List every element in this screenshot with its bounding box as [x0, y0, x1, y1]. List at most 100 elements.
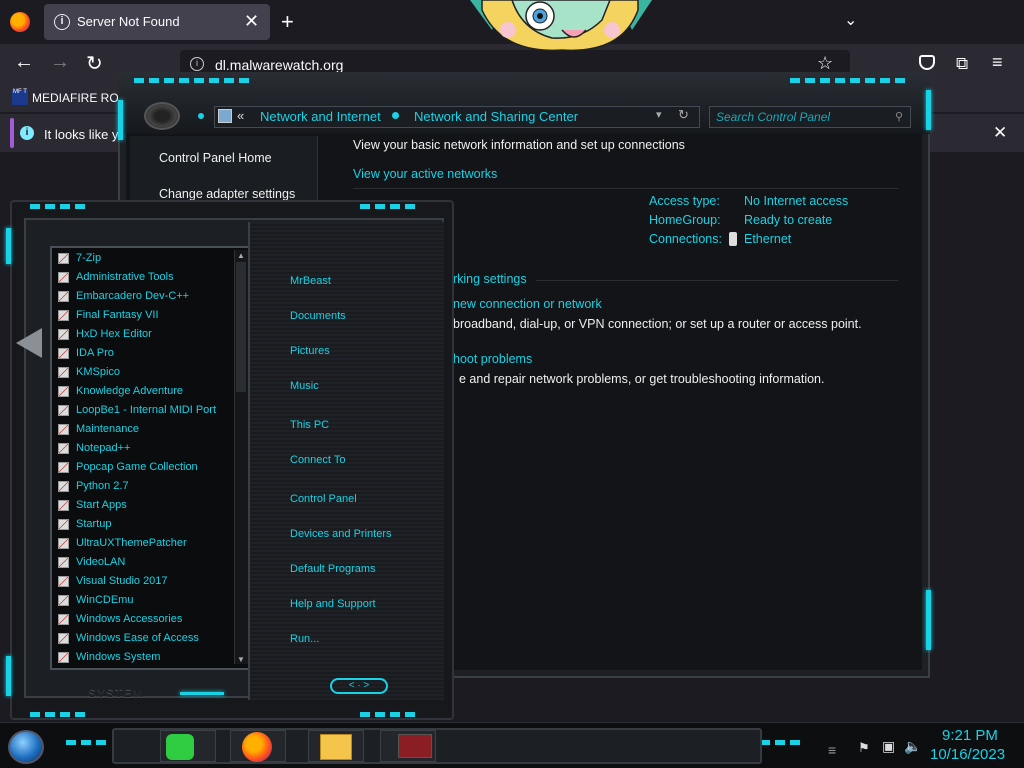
decor-bar	[180, 692, 224, 695]
hamburger-menu-icon[interactable]: ≡	[992, 52, 1003, 73]
connections-value[interactable]: Ethernet	[744, 232, 791, 246]
program-label: HxD Hex Editor	[76, 328, 152, 340]
place-item[interactable]: Devices and Printers	[290, 528, 392, 540]
start-menu-nav-button[interactable]: < · >	[330, 678, 388, 694]
site-info-icon[interactable]: i	[190, 57, 204, 71]
homegroup-value[interactable]: Ready to create	[744, 213, 832, 227]
close-icon[interactable]: ✕	[993, 123, 1007, 143]
program-item[interactable]: Windows System	[58, 648, 160, 666]
start-button[interactable]	[8, 730, 44, 764]
program-label: Windows Ease of Access	[76, 632, 199, 644]
info-icon: i	[20, 126, 34, 140]
reload-button[interactable]: ↻	[86, 51, 103, 76]
clock-time[interactable]: 9:21 PM	[942, 727, 998, 744]
program-item[interactable]: Start Apps	[58, 496, 127, 514]
program-folder-icon	[58, 252, 69, 264]
network-icon[interactable]: ▣	[882, 738, 895, 755]
program-item[interactable]: Embarcadero Dev-C++	[58, 287, 189, 305]
program-item[interactable]: LoopBe1 - Internal MIDI Port	[58, 401, 216, 419]
program-item[interactable]: Startup	[58, 515, 111, 533]
link-troubleshoot[interactable]: hoot problems	[453, 352, 532, 366]
place-item[interactable]: Run...	[290, 633, 319, 645]
program-item[interactable]: Notepad++	[58, 439, 130, 457]
program-item[interactable]: Visual Studio 2017	[58, 572, 168, 590]
tab-title[interactable]: Server Not Found	[77, 14, 180, 29]
program-label: UltraUXThemePatcher	[76, 537, 187, 549]
place-item[interactable]: Music	[290, 380, 319, 392]
new-tab-button[interactable]: +	[281, 9, 294, 35]
firefox-icon[interactable]	[242, 732, 272, 762]
program-item[interactable]: WinCDEmu	[58, 591, 133, 609]
mediafire-icon: MF T	[12, 89, 28, 105]
task-control-panel-home[interactable]: Control Panel Home	[159, 151, 272, 165]
extensions-icon[interactable]: ⧉	[956, 54, 968, 74]
program-item[interactable]: Final Fantasy VII	[58, 306, 159, 324]
program-label: Visual Studio 2017	[76, 575, 168, 587]
scroll-down-icon[interactable]: ▼	[237, 655, 245, 664]
search-placeholder[interactable]: Search Control Panel	[716, 110, 830, 124]
program-label: LoopBe1 - Internal MIDI Port	[76, 404, 217, 416]
notes-app-icon[interactable]	[166, 734, 194, 760]
program-label: Notepad++	[76, 442, 131, 454]
pin-arrow-icon[interactable]	[16, 328, 42, 358]
window-orb-icon	[144, 102, 180, 130]
program-folder-icon	[58, 499, 69, 511]
program-item[interactable]: Windows Accessories	[58, 610, 182, 628]
task-change-adapter-settings[interactable]: Change adapter settings	[159, 187, 295, 201]
firefox-icon[interactable]	[10, 12, 30, 32]
program-item[interactable]: Popcap Game Collection	[58, 458, 198, 476]
program-item[interactable]: Maintenance	[58, 420, 139, 438]
url-text[interactable]: dl.malwarewatch.org	[215, 57, 343, 73]
program-folder-icon	[58, 366, 69, 378]
clock-date[interactable]: 10/16/2023	[930, 746, 1005, 763]
volume-icon[interactable]: 🔈	[904, 738, 921, 755]
system-label: SYSTEM	[88, 686, 144, 700]
game-app-icon[interactable]	[398, 734, 432, 758]
bookmark-mediafire[interactable]: MEDIAFIRE RO	[32, 91, 119, 105]
tab-close-icon[interactable]: ✕	[244, 11, 259, 32]
scroll-up-icon[interactable]: ▲	[237, 251, 245, 260]
program-folder-icon	[58, 290, 69, 302]
address-dropdown-icon[interactable]: ▾	[656, 108, 662, 121]
breadcrumb-network-sharing-center[interactable]: Network and Sharing Center	[414, 109, 578, 124]
scrollbar-thumb[interactable]	[236, 262, 246, 392]
folder-icon[interactable]	[320, 734, 352, 760]
show-hidden-icons[interactable]: ≡	[828, 742, 836, 758]
program-item[interactable]: Windows Ease of Access	[58, 629, 199, 647]
breadcrumb-overflow-chevron[interactable]: «	[237, 108, 244, 123]
place-item[interactable]: MrBeast	[290, 275, 331, 287]
program-folder-icon	[58, 518, 69, 530]
bookmark-star-icon[interactable]: ☆	[817, 53, 833, 74]
program-folder-icon	[58, 404, 69, 416]
program-item[interactable]: UltraUXThemePatcher	[58, 534, 187, 552]
program-item[interactable]: Administrative Tools	[58, 268, 174, 286]
program-item[interactable]: 7-Zip	[58, 249, 101, 267]
search-icon[interactable]: ⚲	[895, 110, 903, 123]
program-item[interactable]: KMSpico	[58, 363, 120, 381]
troubleshoot-description: e and repair network problems, or get tr…	[459, 372, 825, 386]
program-folder-icon	[58, 309, 69, 321]
action-center-flag-icon[interactable]: ⚑	[858, 740, 870, 756]
program-folder-icon	[58, 347, 69, 359]
breadcrumb-network-and-internet[interactable]: Network and Internet	[260, 109, 381, 124]
place-item[interactable]: Help and Support	[290, 598, 376, 610]
program-item[interactable]: Knowledge Adventure	[58, 382, 183, 400]
page-title: View your basic network information and …	[353, 138, 685, 152]
place-item[interactable]: Documents	[290, 310, 346, 322]
program-folder-icon	[58, 461, 69, 473]
place-item[interactable]: This PC	[290, 419, 329, 431]
place-item[interactable]: Connect To	[290, 454, 345, 466]
program-item[interactable]: HxD Hex Editor	[58, 325, 152, 343]
program-item[interactable]: VideoLAN	[58, 553, 125, 571]
link-new-connection[interactable]: new connection or network	[453, 297, 602, 311]
place-item[interactable]: Pictures	[290, 345, 330, 357]
decor-bar	[760, 740, 800, 745]
refresh-icon[interactable]: ↻	[678, 107, 689, 123]
back-button[interactable]: ←	[14, 51, 34, 74]
place-item[interactable]: Control Panel	[290, 493, 357, 505]
forward-button[interactable]: →	[50, 51, 70, 74]
program-item[interactable]: IDA Pro	[58, 344, 114, 362]
program-item[interactable]: Python 2.7	[58, 477, 129, 495]
chevron-down-icon[interactable]: ⌄	[844, 10, 857, 30]
place-item[interactable]: Default Programs	[290, 563, 376, 575]
